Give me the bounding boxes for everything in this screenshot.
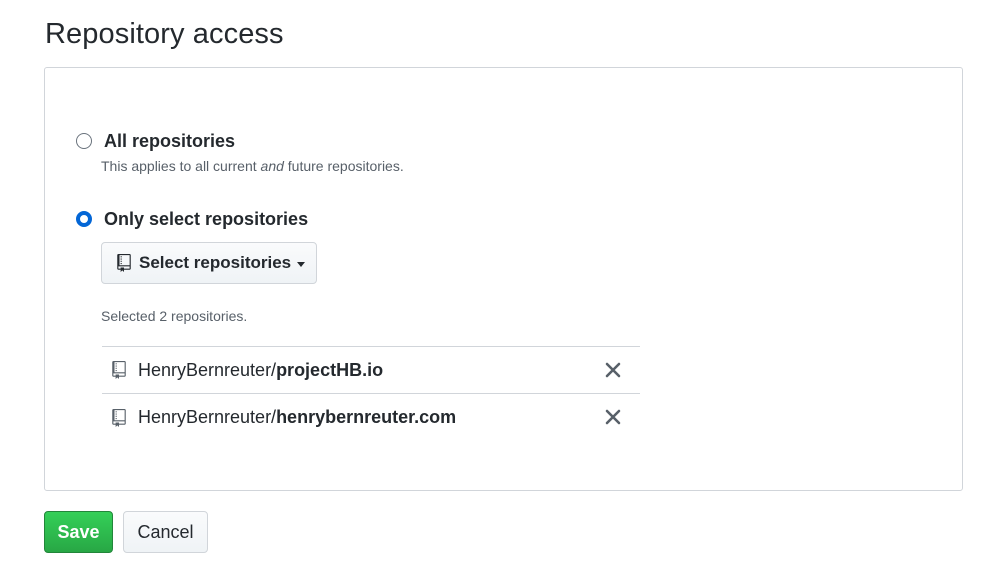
close-icon[interactable]	[604, 408, 622, 426]
repo-icon	[112, 408, 126, 427]
repository-name: HenryBernreuter/henrybernreuter.com	[138, 407, 456, 428]
repository-access-panel: All repositories This applies to all cur…	[44, 67, 963, 491]
repository-short-name: henrybernreuter.com	[276, 407, 457, 427]
all-repositories-note: This applies to all current and future r…	[101, 158, 404, 174]
select-repositories-label[interactable]: Only select repositories	[104, 209, 308, 230]
repository-owner: HenryBernreuter/	[138, 407, 277, 427]
selected-count-text: Selected 2 repositories.	[101, 308, 248, 324]
repository-name: HenryBernreuter/projectHB.io	[138, 360, 383, 381]
note-text-1: This applies to all current	[101, 158, 261, 174]
repo-icon	[117, 254, 131, 272]
repository-owner: HenryBernreuter/	[138, 359, 277, 380]
select-repositories-button[interactable]: Select repositories	[101, 242, 317, 284]
caret-down-icon	[297, 261, 306, 267]
select-repositories-button-label: Select repositories	[139, 253, 292, 272]
close-icon[interactable]	[604, 361, 622, 379]
note-text-2: future repositories.	[283, 158, 404, 174]
select-repositories-radio[interactable]	[76, 211, 92, 227]
save-button[interactable]: Save	[44, 511, 113, 553]
page-title: Repository access	[45, 18, 284, 50]
all-repositories-label[interactable]: All repositories	[104, 131, 235, 152]
cancel-button[interactable]: Cancel	[123, 511, 208, 553]
note-emphasis: and	[260, 158, 284, 174]
selected-repository-list: HenryBernreuter/projectHB.io HenryBernre…	[102, 346, 640, 441]
list-item: HenryBernreuter/henrybernreuter.com	[102, 394, 640, 441]
list-item: HenryBernreuter/projectHB.io	[102, 347, 640, 394]
all-repositories-radio[interactable]	[76, 133, 92, 149]
repository-short-name: projectHB.io	[276, 359, 384, 380]
repo-icon	[112, 361, 126, 379]
